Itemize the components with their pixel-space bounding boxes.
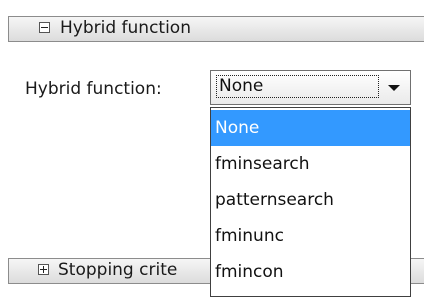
dropdown-option-fminsearch[interactable]: fminsearch bbox=[211, 146, 410, 182]
hybrid-function-select[interactable]: None bbox=[210, 70, 411, 105]
expand-plus-icon[interactable] bbox=[38, 264, 49, 275]
dropdown-option-fmincon[interactable]: fmincon bbox=[211, 254, 410, 290]
chevron-down-icon[interactable] bbox=[388, 85, 400, 91]
hybrid-function-panel-header[interactable]: Hybrid function bbox=[8, 16, 424, 42]
plus-vertical-bar bbox=[43, 266, 44, 273]
hybrid-function-selected-value: None bbox=[216, 75, 379, 98]
hybrid-function-label: Hybrid function: bbox=[25, 79, 162, 99]
hybrid-function-dropdown-list[interactable]: None fminsearch patternsearch fminunc fm… bbox=[210, 107, 411, 297]
collapse-minus-icon[interactable] bbox=[39, 22, 50, 33]
hybrid-function-panel-title: Hybrid function bbox=[60, 18, 191, 38]
minus-bar bbox=[41, 27, 48, 28]
dropdown-option-none[interactable]: None bbox=[211, 110, 410, 146]
dropdown-option-patternsearch[interactable]: patternsearch bbox=[211, 182, 410, 218]
dropdown-option-fminunc[interactable]: fminunc bbox=[211, 218, 410, 254]
stopping-criteria-panel-title: Stopping crite bbox=[58, 260, 178, 280]
